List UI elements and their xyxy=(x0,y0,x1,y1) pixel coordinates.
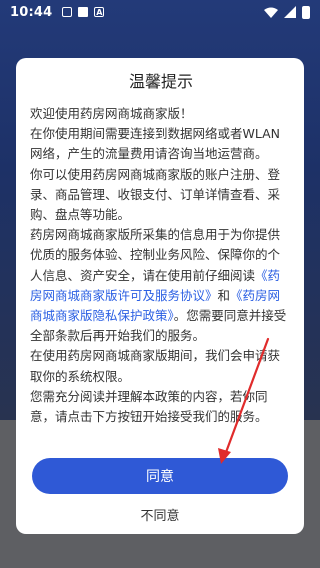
features-notice: 你可以使用药房网商城商家版的账户注册、登录、商品管理、收银支付、订单详情查看、采… xyxy=(30,166,281,223)
notification-icons: A xyxy=(62,7,105,17)
privacy-dialog: 温馨提示 欢迎使用药房网商城商家版！ 在你使用期间需要连接到数据网络或者WLAN… xyxy=(16,58,304,534)
system-icons xyxy=(264,5,310,19)
status-time: 10:44 xyxy=(10,4,53,20)
image-icon xyxy=(78,7,89,17)
permission-notice: 在使用药房网商城商家版期间，我们会申请获取你的系统权限。 xyxy=(30,348,281,384)
privacy-notice-text-a: 药房网商城商家版所采集的信息用于为你提供优质的服务体验、控制业务风险、保障你的个… xyxy=(30,227,281,283)
a-icon: A xyxy=(94,7,105,17)
battery-icon xyxy=(302,5,310,19)
gallery-icon xyxy=(62,7,73,17)
network-notice: 在你使用期间需要连接到数据网络或者WLAN网络，产生的流量费用请咨询当地运营商。 xyxy=(30,126,281,162)
dialog-title: 温馨提示 xyxy=(128,72,193,91)
agree-button[interactable]: 同意 xyxy=(32,458,288,494)
consent-notice: 您需充分阅读并理解本政策的内容，若你同意，请点击下方按钮开始接受我们的服务。 xyxy=(30,388,268,425)
wifi-icon xyxy=(264,7,278,18)
welcome-text: 欢迎使用药房网商城商家版！ xyxy=(30,106,193,121)
signal-icon xyxy=(284,6,296,18)
disagree-button[interactable]: 不同意 xyxy=(32,502,288,526)
dialog-body: 欢迎使用药房网商城商家版！ 在你使用期间需要连接到数据网络或者WLAN网络，产生… xyxy=(30,104,292,427)
privacy-notice-text-b: 和 xyxy=(217,287,231,303)
privacy-notice: 药房网商城商家版所采集的信息用于为你提供优质的服务体验、控制业务风险、保障你的个… xyxy=(30,225,292,346)
status-bar: 10:44 A xyxy=(0,0,320,24)
